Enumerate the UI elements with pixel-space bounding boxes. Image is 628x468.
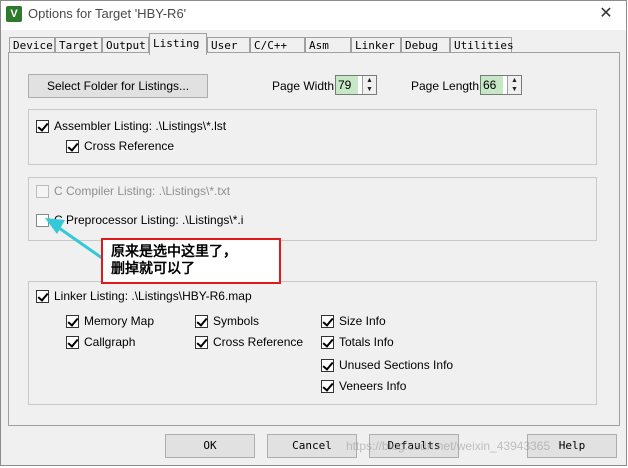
- options-dialog: V Options for Target 'HBY-R6' ✕ Device T…: [0, 0, 627, 466]
- annotation-callout: 原来是选中这里了， 删掉就可以了: [101, 238, 281, 284]
- watermark: https://blog.csdn.net/weixin_43943365: [346, 439, 551, 453]
- tab-listing[interactable]: Listing: [149, 33, 207, 55]
- annotation-line-1: 原来是选中这里了，: [111, 244, 237, 260]
- ok-button[interactable]: OK: [165, 434, 255, 458]
- annotation-arrow-icon: [45, 218, 103, 260]
- cancel-button[interactable]: Cancel: [267, 434, 357, 458]
- annotation-line-2: 删掉就可以了: [111, 261, 195, 277]
